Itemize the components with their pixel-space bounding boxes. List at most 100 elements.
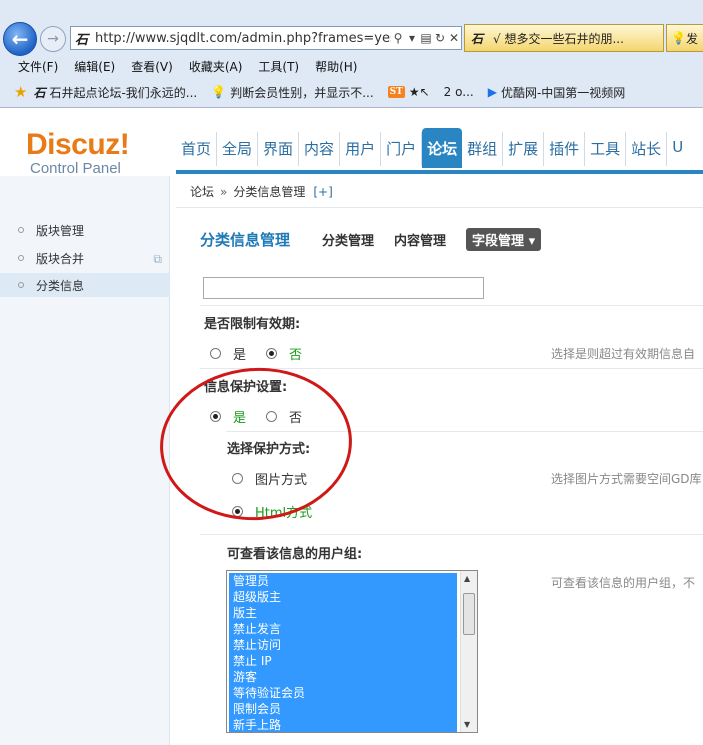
nav-extend[interactable]: 扩展	[503, 132, 545, 166]
text-input[interactable]	[203, 277, 484, 299]
nav-webmaster[interactable]: 站长	[626, 132, 668, 166]
favorite-link[interactable]: ▶ 优酷网-中国第一视频网	[488, 84, 626, 101]
protect-no-radio[interactable]	[266, 411, 278, 422]
nav-forum[interactable]: 论坛	[422, 128, 463, 168]
usergroup-option[interactable]: 超级版主	[229, 589, 457, 605]
usergroup-option[interactable]: 限制会员	[229, 701, 457, 717]
tab-label: 发	[685, 31, 698, 46]
menu-file[interactable]: 文件(F)	[18, 58, 58, 76]
nav-tools[interactable]: 工具	[585, 132, 627, 166]
nav-portal[interactable]: 门户	[381, 132, 423, 166]
nav-home[interactable]: 首页	[176, 132, 218, 166]
discuz-logo[interactable]: Discuz! Control Panel	[26, 130, 130, 178]
sidebar-item-forum-manage[interactable]: 版块管理	[0, 218, 170, 242]
usergroup-scrollbar[interactable]: ▲ ▼	[460, 571, 477, 732]
play-icon: ▶	[487, 85, 497, 99]
usergroup-option[interactable]: 禁止 IP	[229, 653, 457, 669]
expire-yes-label[interactable]: 是	[233, 344, 246, 363]
usergroup-option[interactable]: 新手上路	[229, 717, 457, 732]
nav-global[interactable]: 全局	[217, 132, 259, 166]
add-shortcut-button[interactable]: [+]	[313, 185, 332, 199]
tab-field-manage[interactable]: 字段管理 ▾	[466, 227, 542, 251]
sidebar-item-classified-info[interactable]: 分类信息	[0, 273, 170, 297]
divider	[200, 305, 703, 306]
forward-button[interactable]: →	[40, 26, 66, 52]
expire-radio-group: 是 否	[210, 344, 322, 363]
compat-view-icon[interactable]: ▤	[419, 31, 433, 45]
dropdown-icon[interactable]: ▾	[405, 31, 419, 45]
site-favicon-icon: 石	[471, 31, 484, 46]
usergroups-label: 可查看该信息的用户组:	[227, 547, 363, 562]
page-title: 分类信息管理	[200, 230, 291, 249]
sidebar-item-forum-merge[interactable]: 版块合并 ⧉	[0, 246, 170, 270]
address-bar[interactable]: 石 http://www.sjqdlt.com/admin.php?frames…	[70, 26, 462, 50]
usergroup-list: 管理员 超级版主 版主 禁止发言 禁止访问 禁止 IP 游客 等待验证会员 限制…	[229, 573, 457, 732]
browser-chrome: ← → 石 http://www.sjqdlt.com/admin.php?fr…	[0, 0, 703, 108]
favorite-label: 2 o...	[443, 85, 474, 99]
usergroup-multiselect[interactable]: 管理员 超级版主 版主 禁止发言 禁止访问 禁止 IP 游客 等待验证会员 限制…	[226, 570, 478, 733]
scroll-thumb[interactable]	[463, 593, 475, 635]
expire-tip: 选择是则超过有效期信息自	[551, 347, 696, 361]
nav-groups[interactable]: 群组	[462, 132, 504, 166]
protect-method-label: 选择保护方式:	[227, 442, 311, 457]
usergroup-option[interactable]: 禁止发言	[229, 621, 457, 637]
search-icon[interactable]: ⚲	[391, 31, 405, 45]
arrow-right-icon: →	[47, 31, 59, 47]
divider	[226, 431, 703, 432]
bullet-icon	[18, 255, 24, 261]
refresh-icon[interactable]: ↻	[433, 31, 447, 45]
favorite-label: ★↖	[408, 85, 430, 99]
protect-method-image-option: 图片方式	[232, 469, 327, 488]
stop-icon[interactable]: ✕	[447, 31, 461, 45]
back-button[interactable]: ←	[3, 22, 37, 56]
expire-no-label[interactable]: 否	[289, 344, 302, 363]
favorite-link[interactable]: 石 石井起点论坛-我们永远的...	[33, 84, 197, 101]
favorite-label: 判断会员性别，并显示不...	[230, 85, 374, 100]
favorite-link[interactable]: ST ★↖	[387, 85, 430, 99]
usergroup-option[interactable]: 等待验证会员	[229, 685, 457, 701]
breadcrumb: 论坛 » 分类信息管理 [+]	[176, 176, 703, 208]
browser-tab[interactable]: 石 √ 想多交一些石井的朋...	[464, 24, 664, 52]
usergroup-option[interactable]: 版主	[229, 605, 457, 621]
sidebar-item-label: 版块合并	[36, 251, 85, 266]
expire-yes-radio[interactable]	[210, 348, 221, 359]
nav-users[interactable]: 用户	[340, 132, 382, 166]
scroll-down-icon[interactable]: ▼	[464, 720, 470, 729]
nav-interface[interactable]: 界面	[258, 132, 300, 166]
protect-radio-group: 是 否	[210, 407, 322, 426]
bulb-icon: 💡	[671, 31, 686, 45]
protect-yes-label[interactable]: 是	[233, 407, 246, 426]
nav-ucenter[interactable]: U	[667, 132, 688, 166]
address-text[interactable]: http://www.sjqdlt.com/admin.php?frames=y…	[91, 31, 391, 46]
nav-content[interactable]: 内容	[299, 132, 341, 166]
menu-view[interactable]: 查看(V)	[131, 58, 173, 76]
sidebar-item-label: 分类信息	[36, 278, 85, 293]
sidebar: 版块管理 版块合并 ⧉ 分类信息	[0, 176, 170, 745]
browser-tab[interactable]: 💡 发	[666, 24, 703, 52]
favorites-star-icon[interactable]: ★	[14, 83, 27, 101]
usergroups-tip: 可查看该信息的用户组，不	[551, 576, 696, 590]
nav-plugins[interactable]: 插件	[544, 132, 586, 166]
protect-yes-radio[interactable]	[210, 411, 221, 422]
admin-header: Discuz! Control Panel 首页 全局 界面 内容 用户 门户 …	[0, 108, 703, 178]
usergroup-option[interactable]: 管理员	[229, 573, 457, 589]
favorite-link[interactable]: 💡 判断会员性别，并显示不...	[211, 84, 373, 101]
breadcrumb-root[interactable]: 论坛	[190, 183, 214, 200]
image-method-radio[interactable]	[232, 473, 243, 484]
open-external-icon[interactable]: ⧉	[153, 252, 162, 267]
protect-no-label[interactable]: 否	[289, 407, 302, 426]
menu-help[interactable]: 帮助(H)	[315, 58, 357, 76]
tab-content-manage[interactable]: 内容管理	[394, 230, 446, 249]
favorite-link[interactable]: 2 o...	[444, 85, 474, 99]
image-method-label[interactable]: 图片方式	[255, 469, 307, 488]
menu-favorites[interactable]: 收藏夹(A)	[189, 58, 243, 76]
menu-edit[interactable]: 编辑(E)	[74, 58, 115, 76]
scroll-up-icon[interactable]: ▲	[464, 574, 470, 583]
html-method-label[interactable]: Html方式	[255, 502, 312, 521]
expire-no-radio[interactable]	[266, 348, 278, 359]
usergroup-option[interactable]: 禁止访问	[229, 637, 457, 653]
menu-tools[interactable]: 工具(T)	[258, 58, 299, 76]
usergroup-option[interactable]: 游客	[229, 669, 457, 685]
tab-category-manage[interactable]: 分类管理	[322, 230, 374, 249]
html-method-radio[interactable]	[232, 506, 243, 517]
